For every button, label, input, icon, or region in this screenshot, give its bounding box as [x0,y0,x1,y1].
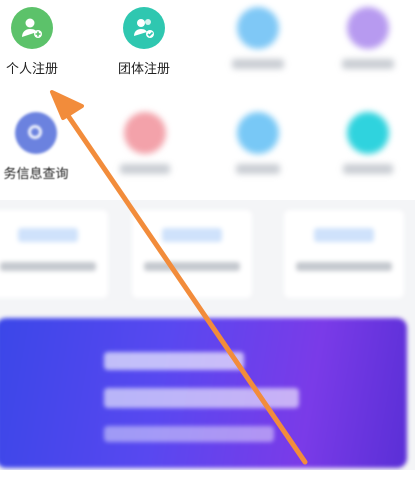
app-grid: 个人注册 团体注册 务信息查询 [0,0,415,200]
app-label [320,58,415,73]
app-blurred-3[interactable] [97,112,193,178]
group-add-icon [123,7,165,49]
card-tag [162,228,222,242]
card-title [144,262,240,271]
app-blurred-2[interactable] [320,7,415,73]
app-blurred-1[interactable] [210,7,306,73]
card-tag [314,228,374,242]
info-cards [0,210,415,302]
blurred-icon [124,112,166,154]
promo-banner[interactable] [0,318,407,468]
info-card[interactable] [132,210,252,298]
card-tag [18,228,78,242]
app-label [320,163,415,178]
card-title [296,262,392,271]
banner-caption [104,426,274,442]
app-blurred-4[interactable] [210,112,306,178]
app-label: 团体注册 [117,62,170,77]
search-icon [15,112,57,154]
app-group-registration[interactable]: 团体注册 [96,7,192,77]
banner-headline [104,352,244,370]
app-label [210,58,306,73]
card-title [0,262,96,271]
blurred-icon [347,112,389,154]
app-label: 务信息查询 [3,167,69,182]
app-label [97,163,193,178]
app-label [210,163,306,178]
app-personal-registration[interactable]: 个人注册 [0,7,80,77]
blurred-icon [347,7,389,49]
bottom-strip [0,470,415,490]
info-card[interactable] [284,210,404,298]
info-card[interactable] [0,210,108,298]
blurred-icon [237,7,279,49]
app-service-info-query[interactable]: 务信息查询 [0,112,92,182]
banner-subheadline [104,388,299,408]
app-blurred-5[interactable] [320,112,415,178]
person-add-icon [11,7,53,49]
app-label: 个人注册 [5,62,58,77]
blurred-icon [237,112,279,154]
